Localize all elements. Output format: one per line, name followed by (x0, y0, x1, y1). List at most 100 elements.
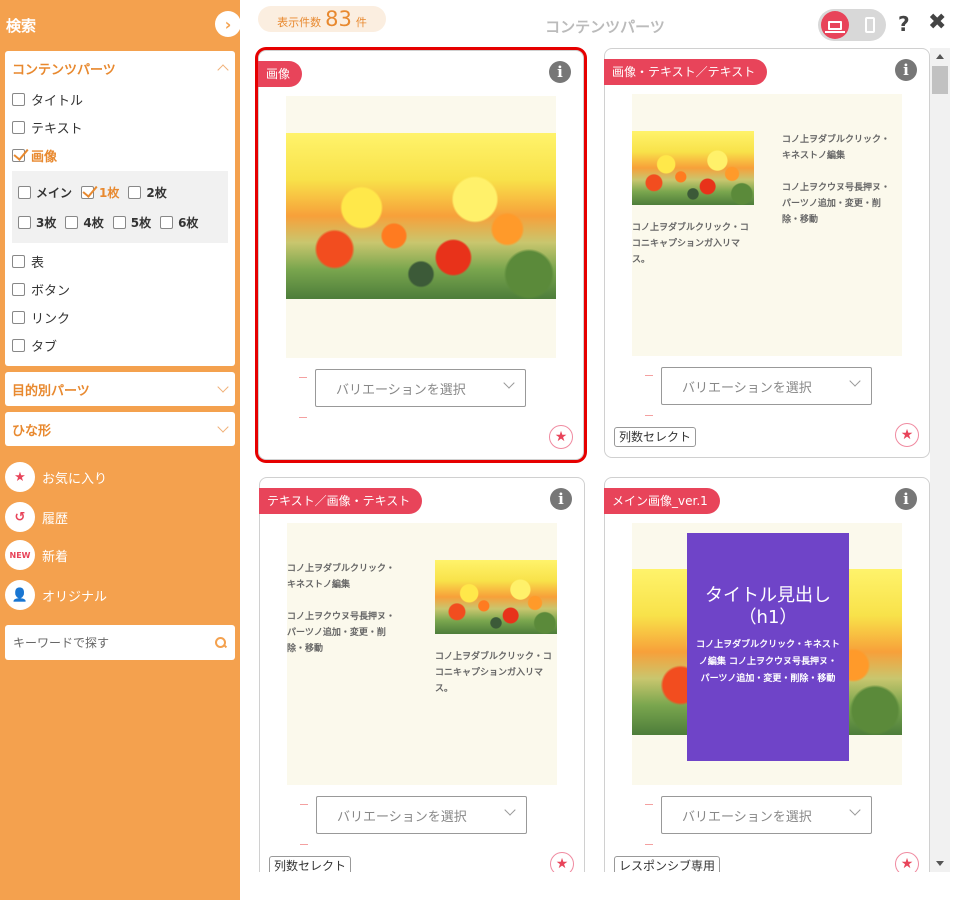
content-parts-header[interactable]: コンテンツパーツ (5, 51, 235, 85)
favorite-star-icon[interactable]: ★ (895, 852, 919, 872)
option-label: 3枚 (36, 215, 57, 230)
part-tag: 画像・テキスト／テキスト (604, 59, 768, 85)
flower-image (632, 131, 754, 205)
info-icon[interactable]: i (895, 59, 917, 81)
filter-text[interactable]: テキスト (5, 113, 235, 141)
sidebar: 検索 › コンテンツパーツ タイトル テキスト 画像 メイン 1枚 2枚 3枚 … (0, 0, 241, 900)
page-title: コンテンツパーツ (545, 18, 665, 36)
checkbox[interactable] (12, 310, 25, 324)
divider (645, 804, 653, 805)
info-icon[interactable]: i (550, 488, 572, 510)
part-preview: タイトル見出し（h1） コノ上ヲダブルクリック・キネストノ編集 コノ上ヲクウヌ号… (632, 523, 902, 785)
chevron-down-icon (849, 375, 861, 387)
variation-select[interactable]: バリエーションを選択 (316, 796, 527, 834)
variation-select[interactable]: バリエーションを選択 (661, 367, 872, 405)
image-option-main[interactable]: メイン (18, 184, 72, 201)
checkbox[interactable] (18, 185, 31, 199)
option-label: 2枚 (146, 185, 167, 200)
filter-label: タブ (31, 339, 58, 355)
filter-label: タイトル (31, 93, 84, 109)
part-card-text-image[interactable]: テキスト／画像・テキスト i コノ上ヲダブルクリック・キネストノ編集 コノ上ヲク… (259, 477, 585, 872)
info-icon[interactable]: i (895, 488, 917, 510)
help-icon[interactable]: ? (898, 12, 910, 36)
sample-text: コノ上ヲクウヌ号長押ヌ・パーツノ追加・変更・削除・移動 (287, 612, 396, 654)
mobile-view-button[interactable] (865, 17, 875, 33)
keyword-search-input[interactable] (13, 635, 193, 650)
star-icon: ★ (5, 462, 35, 492)
desktop-view-button[interactable] (821, 11, 849, 39)
scroll-thumb[interactable] (932, 66, 948, 94)
scroll-up-icon[interactable] (936, 54, 944, 59)
column-select-chip[interactable]: 列数セレクト (269, 856, 352, 872)
parts-grid: 画像 i バリエーションを選択 ★ 画像・テキスト／テキスト i コノ上ヲダブル… (250, 44, 930, 872)
close-icon[interactable]: ✖ (928, 10, 946, 35)
sidebar-collapse-button[interactable]: › (215, 11, 241, 37)
favorite-star-icon[interactable]: ★ (895, 423, 919, 447)
checkbox[interactable] (65, 215, 79, 229)
laptop-icon (825, 20, 845, 33)
purpose-parts-title: 目的別パーツ (12, 383, 90, 399)
divider (300, 844, 308, 845)
part-card-image[interactable]: 画像 i バリエーションを選択 ★ (258, 50, 584, 460)
responsive-only-chip[interactable]: レスポンシブ専用 (614, 856, 721, 872)
scroll-down-icon[interactable] (936, 861, 944, 866)
favorite-star-icon[interactable]: ★ (550, 852, 574, 872)
content-parts-panel: コンテンツパーツ タイトル テキスト 画像 メイン 1枚 2枚 3枚 4枚 5枚… (5, 51, 235, 366)
image-options: メイン 1枚 2枚 3枚 4枚 5枚 6枚 (12, 171, 228, 243)
image-caption: コノ上ヲダブルクリック・ココニキャプションガ入リマス。 (435, 652, 552, 694)
checkbox-checked[interactable] (12, 148, 25, 162)
checkbox-checked[interactable] (81, 185, 95, 199)
filter-title[interactable]: タイトル (5, 85, 235, 113)
checkbox[interactable] (128, 185, 142, 199)
variation-select[interactable]: バリエーションを選択 (315, 369, 526, 407)
filter-table[interactable]: 表 (5, 247, 235, 275)
favorite-star-icon[interactable]: ★ (549, 425, 573, 449)
new-badge-icon: NEW (5, 540, 35, 570)
hero-text: コノ上ヲダブルクリック・キネストノ編集 コノ上ヲクウヌ号長押ヌ・パーツノ追加・変… (696, 640, 840, 684)
nav-original[interactable]: 👤 オリジナル (5, 580, 107, 610)
image-option-2[interactable]: 2枚 (128, 184, 167, 201)
result-count: 表示件数 83 件 (258, 6, 386, 32)
nav-history[interactable]: ↺ 履歴 (5, 502, 68, 532)
sidebar-header: 検索 (0, 0, 240, 50)
purpose-parts-panel[interactable]: 目的別パーツ (5, 372, 235, 406)
checkbox[interactable] (12, 92, 25, 106)
filter-link[interactable]: リンク (5, 303, 235, 331)
part-tag: テキスト／画像・テキスト (259, 488, 423, 514)
nav-label: 新着 (42, 549, 69, 565)
nav-new[interactable]: NEW 新着 (5, 540, 68, 570)
checkbox[interactable] (12, 120, 25, 134)
part-card-image-text[interactable]: 画像・テキスト／テキスト i コノ上ヲダブルクリック・キネストノ編集 コノ上ヲク… (604, 48, 930, 458)
option-label: 6枚 (178, 215, 199, 230)
nav-label: オリジナル (42, 589, 108, 605)
info-icon[interactable]: i (549, 61, 571, 83)
image-option-5[interactable]: 5枚 (112, 214, 151, 231)
image-option-1[interactable]: 1枚 (81, 184, 119, 201)
divider (299, 417, 307, 418)
flower-image (286, 133, 556, 299)
sample-text: コノ上ヲダブルクリック・キネストノ編集 (287, 564, 395, 590)
part-preview: コノ上ヲダブルクリック・キネストノ編集 コノ上ヲクウヌ号長押ヌ・パーツノ追加・変… (287, 523, 557, 785)
checkbox[interactable] (112, 215, 126, 229)
search-icon[interactable] (215, 636, 227, 649)
checkbox[interactable] (12, 254, 25, 268)
filter-image[interactable]: 画像 (5, 141, 235, 169)
templates-panel[interactable]: ひな形 (5, 412, 235, 446)
checkbox[interactable] (12, 338, 25, 352)
checkbox[interactable] (160, 215, 174, 229)
divider (300, 804, 308, 805)
checkbox[interactable] (18, 215, 31, 229)
hero-overlay: タイトル見出し（h1） コノ上ヲダブルクリック・キネストノ編集 コノ上ヲクウヌ号… (687, 533, 849, 761)
content-scrollbar[interactable] (930, 48, 950, 872)
checkbox[interactable] (12, 282, 25, 296)
nav-favorites[interactable]: ★ お気に入り (5, 462, 107, 492)
filter-button[interactable]: ボタン (5, 275, 235, 303)
part-card-main-image[interactable]: メイン画像_ver.1 i タイトル見出し（h1） コノ上ヲダブルクリック・キネ… (604, 477, 930, 872)
column-select-chip[interactable]: 列数セレクト (614, 427, 697, 447)
filter-tab[interactable]: タブ (5, 331, 235, 359)
image-option-4[interactable]: 4枚 (65, 214, 104, 231)
image-option-3[interactable]: 3枚 (18, 214, 56, 231)
keyword-search (5, 625, 235, 660)
variation-select[interactable]: バリエーションを選択 (661, 796, 872, 834)
image-option-6[interactable]: 6枚 (160, 214, 198, 231)
